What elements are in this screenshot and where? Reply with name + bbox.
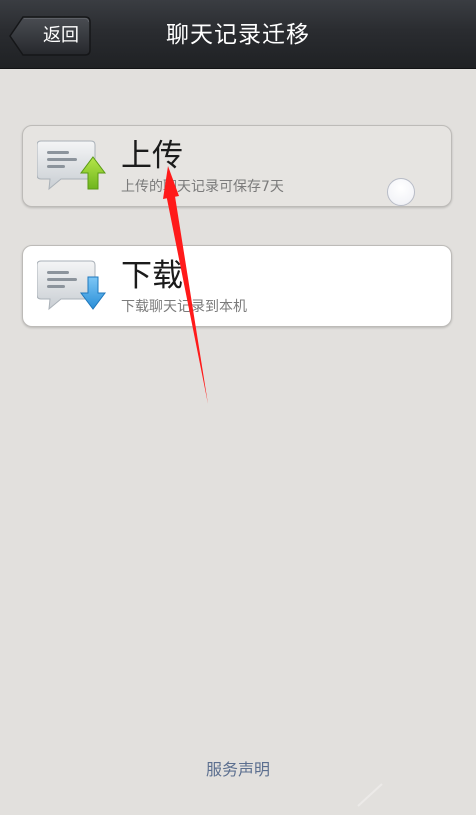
upload-radio[interactable] xyxy=(387,178,415,206)
page-title: 聊天记录迁移 xyxy=(166,22,310,48)
service-statement-link[interactable]: 服务声明 xyxy=(0,756,476,780)
chat-upload-icon xyxy=(37,140,106,191)
upload-title: 上传 xyxy=(121,138,183,174)
back-button[interactable]: 返回 xyxy=(9,16,91,56)
download-subtitle: 下载聊天记录到本机 xyxy=(121,299,247,315)
back-button-label: 返回 xyxy=(43,25,79,46)
corner-mark-icon xyxy=(357,783,383,807)
upload-option[interactable]: 上传 上传的聊天记录可保存7天 xyxy=(22,125,452,207)
download-title: 下载 xyxy=(121,258,183,294)
chat-download-icon xyxy=(37,260,106,311)
download-option[interactable]: 下载 下载聊天记录到本机 xyxy=(22,245,452,327)
upload-subtitle: 上传的聊天记录可保存7天 xyxy=(121,179,284,195)
title-bar: 返回 聊天记录迁移 xyxy=(0,0,476,69)
red-arrow-annotation xyxy=(163,166,208,404)
